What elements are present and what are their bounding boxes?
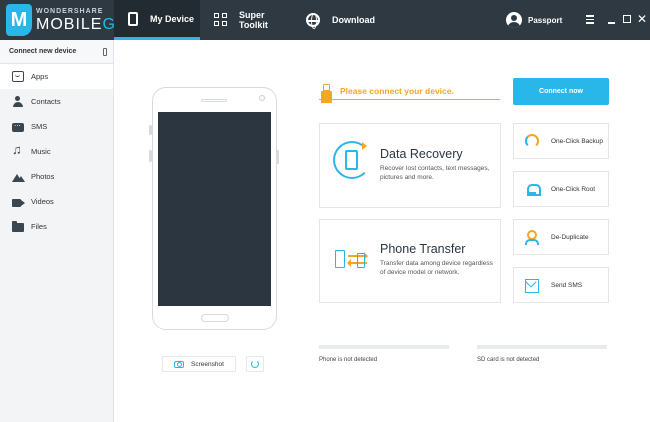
maximize-button[interactable]	[621, 13, 633, 25]
music-icon	[12, 143, 24, 157]
connect-new-device-label: Connect new device	[9, 48, 77, 55]
phone-storage-bar	[319, 345, 449, 349]
device-home-button	[201, 314, 229, 322]
phone-transfer-card[interactable]: Phone Transfer Transfer data among devic…	[319, 219, 501, 303]
videos-icon	[12, 198, 21, 207]
connect-now-button[interactable]: Connect now	[513, 78, 609, 105]
globe-icon	[306, 13, 320, 29]
app-logo: M WONDERSHARE MOBILEGO	[6, 4, 128, 36]
sidebar-item-label: Apps	[31, 72, 49, 81]
device-side-button	[149, 150, 152, 162]
send-sms-button[interactable]: Send SMS	[513, 267, 609, 303]
files-icon	[12, 221, 24, 232]
tab-label: My Device	[150, 13, 195, 24]
sidebar-item-music[interactable]: Music	[0, 139, 113, 164]
grid-icon	[214, 13, 227, 27]
sidebar-item-label: Files	[31, 222, 47, 231]
sidebar-item-label: SMS	[31, 122, 48, 131]
envelope-icon	[525, 279, 539, 293]
sidebar-item-videos[interactable]: Videos	[0, 189, 113, 214]
logo-brand: WONDERSHARE	[36, 8, 104, 15]
passport-button[interactable]: Passport	[506, 10, 562, 30]
device-camera	[259, 95, 265, 101]
passport-label: Passport	[528, 15, 563, 25]
photos-icon	[12, 171, 25, 182]
sidebar-item-files[interactable]: Files	[0, 214, 113, 239]
tab-label: Super Toolkit	[239, 10, 268, 30]
connect-new-device[interactable]: Connect new device	[0, 40, 113, 64]
phone-transfer-icon	[335, 250, 371, 272]
notice-underline	[319, 99, 500, 100]
tool-label: De-Duplicate	[551, 233, 589, 241]
logo-product-part1: MOBILE	[36, 16, 103, 33]
usb-connector-icon	[321, 84, 332, 103]
sidebar-item-label: Videos	[31, 197, 54, 206]
de-duplicate-button[interactable]: De-Duplicate	[513, 219, 609, 255]
device-volume-button	[149, 125, 152, 135]
tool-label: One-Click Backup	[551, 137, 604, 145]
apps-icon	[12, 71, 24, 82]
device-speaker	[201, 99, 227, 102]
sidebar-item-label: Music	[31, 147, 51, 156]
camera-icon	[174, 360, 185, 368]
usb-icon	[103, 48, 107, 56]
sd-card-status: SD card is not detected	[477, 357, 540, 363]
card-title: Data Recovery	[380, 147, 463, 161]
device-power-button	[276, 150, 279, 164]
tab-my-device[interactable]: My Device	[114, 0, 200, 40]
refresh-button[interactable]	[246, 356, 264, 372]
backup-icon	[525, 134, 539, 148]
phone-status: Phone is not detected	[319, 357, 378, 363]
sms-icon	[12, 119, 24, 132]
maximize-icon	[623, 15, 631, 23]
data-recovery-icon	[333, 141, 371, 179]
deduplicate-icon	[525, 230, 539, 245]
sidebar-item-label: Photos	[31, 172, 55, 181]
android-icon	[525, 182, 541, 196]
menu-icon	[586, 15, 594, 17]
menu-button[interactable]	[584, 13, 596, 25]
top-bar: M WONDERSHARE MOBILEGO My Device Super T…	[0, 0, 650, 40]
screenshot-label: Screenshot	[191, 360, 224, 368]
sd-card-storage-bar	[477, 345, 607, 349]
sidebar-item-photos[interactable]: Photos	[0, 164, 113, 189]
tab-label: Download	[332, 15, 375, 25]
minimize-button[interactable]	[605, 13, 617, 25]
one-click-root-button[interactable]: One-Click Root	[513, 171, 609, 207]
sidebar: Connect new device Apps Contacts SMS Mus…	[0, 40, 114, 422]
minimize-icon	[607, 22, 615, 24]
close-button[interactable]: ✕	[636, 13, 648, 25]
card-title: Phone Transfer	[380, 242, 466, 256]
tool-label: Send SMS	[551, 281, 583, 289]
user-icon	[506, 12, 522, 28]
screenshot-button[interactable]: Screenshot	[162, 356, 236, 372]
tool-label: One-Click Root	[551, 185, 596, 193]
close-icon: ✕	[636, 12, 648, 26]
data-recovery-card[interactable]: Data Recovery Recover lost contacts, tex…	[319, 123, 501, 208]
connect-notice: Please connect your device.	[340, 86, 454, 96]
phone-icon	[128, 11, 138, 26]
sidebar-item-sms[interactable]: SMS	[0, 114, 113, 139]
device-illustration	[152, 87, 277, 330]
tab-download[interactable]: Download	[292, 0, 382, 40]
tab-super-toolkit[interactable]: Super Toolkit	[200, 0, 292, 40]
one-click-backup-button[interactable]: One-Click Backup	[513, 123, 609, 159]
sidebar-item-contacts[interactable]: Contacts	[0, 89, 113, 114]
sidebar-item-apps[interactable]: Apps	[0, 64, 113, 89]
logo-mark: M	[6, 4, 32, 36]
card-description: Recover lost contacts, text messages, pi…	[380, 165, 490, 181]
device-screen	[158, 112, 271, 306]
card-description: Transfer data among device regardless of…	[380, 260, 493, 276]
contacts-icon	[12, 96, 24, 107]
sidebar-item-label: Contacts	[31, 97, 61, 106]
